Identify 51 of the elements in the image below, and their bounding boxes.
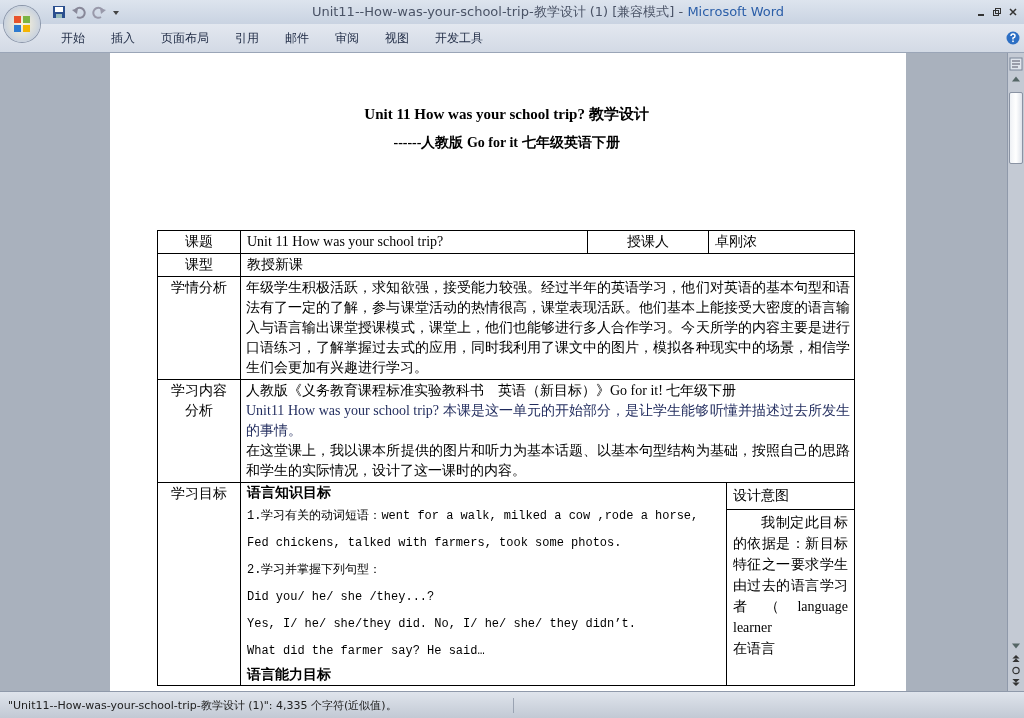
close-icon[interactable] — [1008, 7, 1018, 17]
table-cell: 卓刚浓 — [708, 230, 855, 254]
previous-page-icon[interactable] — [1011, 654, 1021, 663]
goal-line: 1.学习有关的动词短语：went for a walk, milked a cow ,rode a horse, — [247, 508, 700, 525]
next-page-icon[interactable] — [1011, 678, 1021, 687]
goal-line: What did the farmer say? He said… — [247, 643, 486, 660]
office-logo-icon — [12, 14, 32, 34]
table-cell: 学习内容分析 — [157, 379, 241, 483]
cell-paragraph: 在语言 — [733, 640, 776, 658]
ribbon-tab[interactable]: 邮件 — [272, 27, 322, 49]
table-cell: 设计意图 — [727, 483, 854, 510]
window-title: Unit11--How-was-your-school-trip-教学设计 (1) [兼容模式] - Microsoft Word — [310, 3, 786, 21]
table-cell: 课题 — [157, 230, 241, 254]
restore-icon[interactable] — [992, 7, 1002, 17]
table-cell: Unit 11 How was your school trip? — [240, 230, 588, 254]
scroll-thumb[interactable] — [1009, 92, 1023, 164]
table-cell: 教授新课 — [240, 253, 855, 277]
cell-paragraph: 在这堂课上，我以课本所提供的图片和听力为基本话题、以基本句型结构为基础，按照自己的思路和学生的实际情况，设计了这一课时的内容。 — [246, 442, 850, 480]
status-text: "Unit11--How-was-your-school-trip-教学设计 (1)": 4,335 个字符(近似值)。 — [0, 697, 514, 713]
office-button[interactable] — [4, 6, 40, 42]
ribbon-tab[interactable]: 视图 — [372, 27, 422, 49]
document-subtitle: ------人教版 Go for it 七年级英语下册 — [392, 134, 621, 152]
cell-paragraph: 年级学生积极活跃，求知欲强，接受能力较强。经过半年的英语学习，他们对英语的基本句型和语法有了一定的了解，参与课堂活动的热情很高，课堂表现活跃。他们基本上能接受大密度的语言输入与语言输出课堂授课模式，课堂上，他们也能够进行多人合作学习。今天所学的内容主要是进行口语练习，了解掌握过去式的应用，同时我利用了课文中的图片，模拟各种现实中的场景，相信学生们会更加有兴趣进行学习。 — [246, 279, 850, 377]
ruler-toggle-icon[interactable] — [1009, 57, 1023, 71]
table-cell: 学习目标 — [157, 482, 241, 686]
ribbon-tab[interactable]: 插入 — [98, 27, 148, 49]
help-icon[interactable] — [1006, 31, 1020, 45]
goal-line: Fed chickens, talked with farmers, took some photos. — [247, 535, 623, 552]
save-icon[interactable] — [52, 5, 66, 19]
document-title: Unit 11 How was your school trip? 教学设计 — [363, 105, 650, 124]
ribbon-tab[interactable]: 引用 — [222, 27, 272, 49]
goal-line: 2.学习并掌握下列句型： — [247, 562, 383, 579]
table-cell: 课型 — [157, 253, 241, 277]
section-heading: 语言能力目标 — [247, 666, 332, 684]
undo-icon[interactable] — [72, 5, 86, 19]
ribbon-tab[interactable]: 审阅 — [322, 27, 372, 49]
ribbon-tab[interactable]: 开始 — [48, 27, 98, 49]
ribbon-tab[interactable]: 开发工具 — [422, 27, 496, 49]
table-cell: 学情分析 — [157, 276, 241, 380]
customize-dropdown-icon[interactable] — [112, 8, 120, 16]
cell-paragraph: 我制定此目标的依据是：新目标特征之一要求学生由过去的语言学习者 （ language learner — [733, 514, 848, 637]
section-heading: 语言知识目标 — [247, 484, 332, 502]
scroll-down-icon[interactable] — [1011, 642, 1021, 651]
cell-paragraph: 人教版《义务教育课程标准实验教科书 英语（新目标）》Go for it! 七年级下册 — [246, 382, 738, 400]
ribbon-tab[interactable]: 页面布局 — [148, 27, 222, 49]
cell-paragraph: Unit11 How was your school trip? 本课是这一单元的开始部分，是让学生能够听懂并描述过去所发生的事情。 — [246, 402, 850, 440]
table-cell: 授课人 — [587, 230, 709, 254]
goal-line: Yes, I/ he/ she/they did. No, I/ he/ she/ they didn’t. — [247, 616, 637, 633]
browse-object-icon[interactable] — [1011, 666, 1021, 675]
scroll-up-icon[interactable] — [1011, 74, 1021, 83]
goal-line: Did you/ he/ she /they...? — [247, 589, 436, 606]
